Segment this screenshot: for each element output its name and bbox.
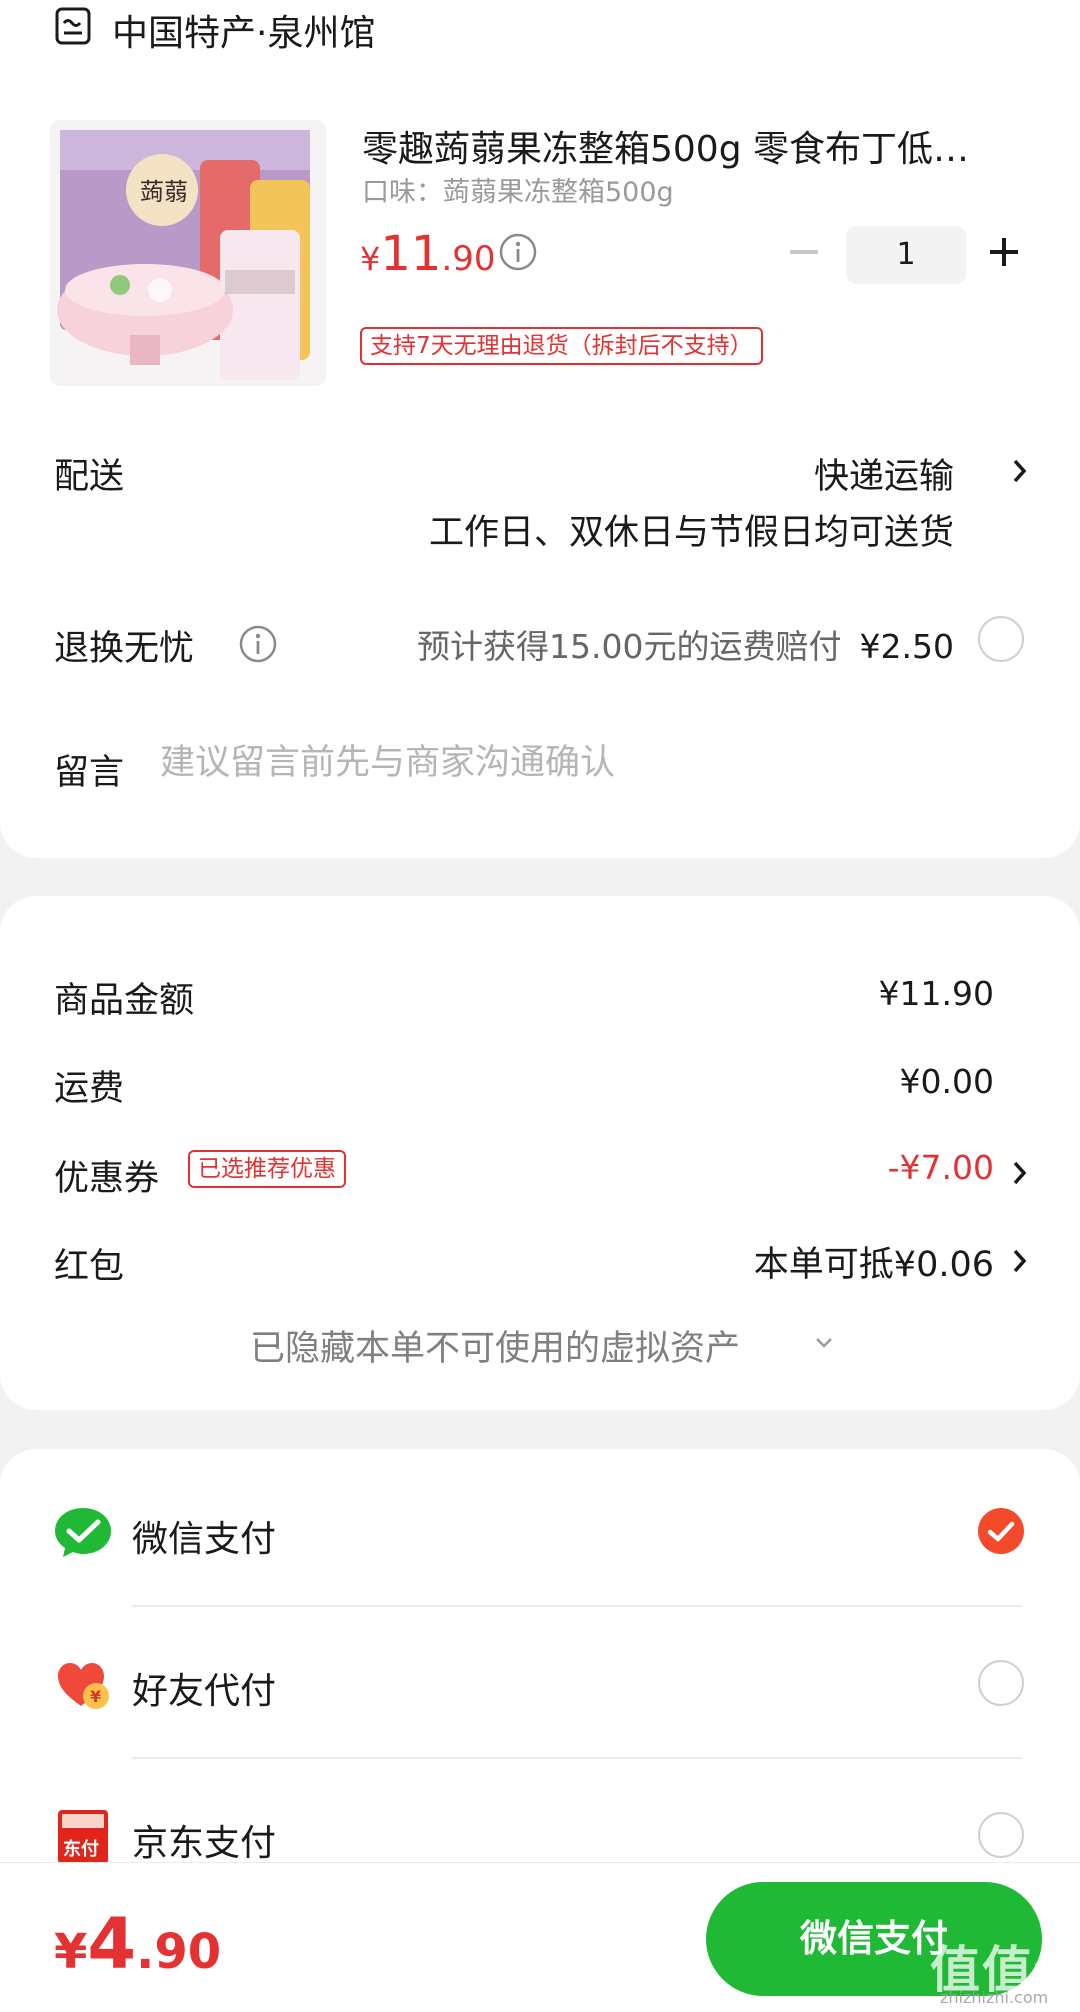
- store-icon: [55, 7, 91, 45]
- check-icon: [987, 1521, 1015, 1542]
- chevron-right-icon[interactable]: [1012, 1160, 1028, 1186]
- payment-option-label[interactable]: 微信支付: [132, 1510, 276, 1562]
- shipping-value: ¥0.00: [899, 1062, 994, 1101]
- return-insurance-radio[interactable]: [978, 616, 1024, 662]
- minus-icon[interactable]: [786, 234, 822, 270]
- price-decimal: .90: [441, 239, 496, 279]
- divider: [132, 1605, 1022, 1607]
- chevron-right-icon[interactable]: [1012, 1248, 1028, 1274]
- delivery-label: 配送: [54, 457, 125, 497]
- payment-radio[interactable]: [978, 1812, 1024, 1858]
- store-name[interactable]: 中国特产·泉州馆: [112, 4, 375, 56]
- product-price: ¥11.90: [360, 226, 496, 282]
- total-decimal: .90: [136, 1924, 222, 1980]
- quantity-input[interactable]: 1: [846, 226, 966, 284]
- message-input[interactable]: [160, 738, 960, 788]
- coupon-value[interactable]: -¥7.00: [888, 1148, 994, 1187]
- chevron-down-icon[interactable]: [814, 1336, 834, 1350]
- info-icon[interactable]: [498, 232, 538, 272]
- coupon-badge: 已选推荐优惠: [188, 1150, 346, 1188]
- delivery-note: 工作日、双休日与节假日均可送货: [428, 513, 954, 553]
- price-currency: ¥: [360, 240, 381, 278]
- product-image-brand: 蒟蒻: [140, 178, 188, 206]
- product-image[interactable]: 蒟蒻: [50, 120, 326, 386]
- goods-amount-value: ¥11.90: [878, 974, 994, 1013]
- divider: [132, 1757, 1022, 1759]
- return-insurance-label: 退换无忧: [54, 629, 195, 669]
- total-integer: 4: [87, 1903, 137, 1985]
- product-title[interactable]: 零趣蒟蒻果冻整箱500g 零食布丁低…: [362, 120, 1022, 172]
- return-insurance-desc: 预计获得15.00元的运费赔付 ¥2.50: [417, 620, 954, 668]
- wechat-pay-icon: [55, 1508, 111, 1557]
- return-insurance-amount: ¥2.50: [859, 627, 954, 666]
- coupon-label: 优惠券: [54, 1159, 160, 1199]
- total-currency: ¥: [54, 1924, 88, 1980]
- hongbao-label: 红包: [54, 1247, 125, 1287]
- shipping-label: 运费: [54, 1069, 125, 1109]
- jd-pay-icon-text: 东付: [63, 1838, 99, 1860]
- watermark-url: zhizhizhi.com: [940, 1988, 1049, 2007]
- friend-pay-icon: ¥: [58, 1663, 109, 1709]
- hidden-assets-toggle[interactable]: 已隐藏本单不可使用的虚拟资产: [250, 1320, 740, 1371]
- jd-pay-icon: 东付: [58, 1810, 108, 1864]
- return-policy-badge: 支持7天无理由退货（拆封后不支持）: [360, 327, 763, 365]
- info-icon[interactable]: [238, 624, 278, 664]
- payment-option-label[interactable]: 京东支付: [132, 1814, 276, 1866]
- payment-option-label[interactable]: 好友代付: [132, 1662, 276, 1714]
- svg-text:¥: ¥: [90, 1687, 101, 1706]
- product-variant[interactable]: 口味：蒟蒻果冻整箱500g: [362, 170, 674, 209]
- price-integer: 11: [380, 226, 442, 282]
- goods-amount-label: 商品金额: [54, 981, 195, 1021]
- payment-radio[interactable]: [978, 1660, 1024, 1706]
- message-label: 留言: [54, 753, 125, 793]
- hongbao-value[interactable]: 本单可抵¥0.06: [754, 1236, 994, 1287]
- payment-radio-selected[interactable]: [978, 1508, 1024, 1554]
- chevron-right-icon[interactable]: [1012, 458, 1028, 484]
- total-price: ¥4.90: [54, 1904, 221, 1992]
- return-insurance-text: 预计获得15.00元的运费赔付: [417, 627, 842, 666]
- plus-icon[interactable]: [986, 234, 1022, 270]
- delivery-method[interactable]: 快递运输: [814, 448, 954, 499]
